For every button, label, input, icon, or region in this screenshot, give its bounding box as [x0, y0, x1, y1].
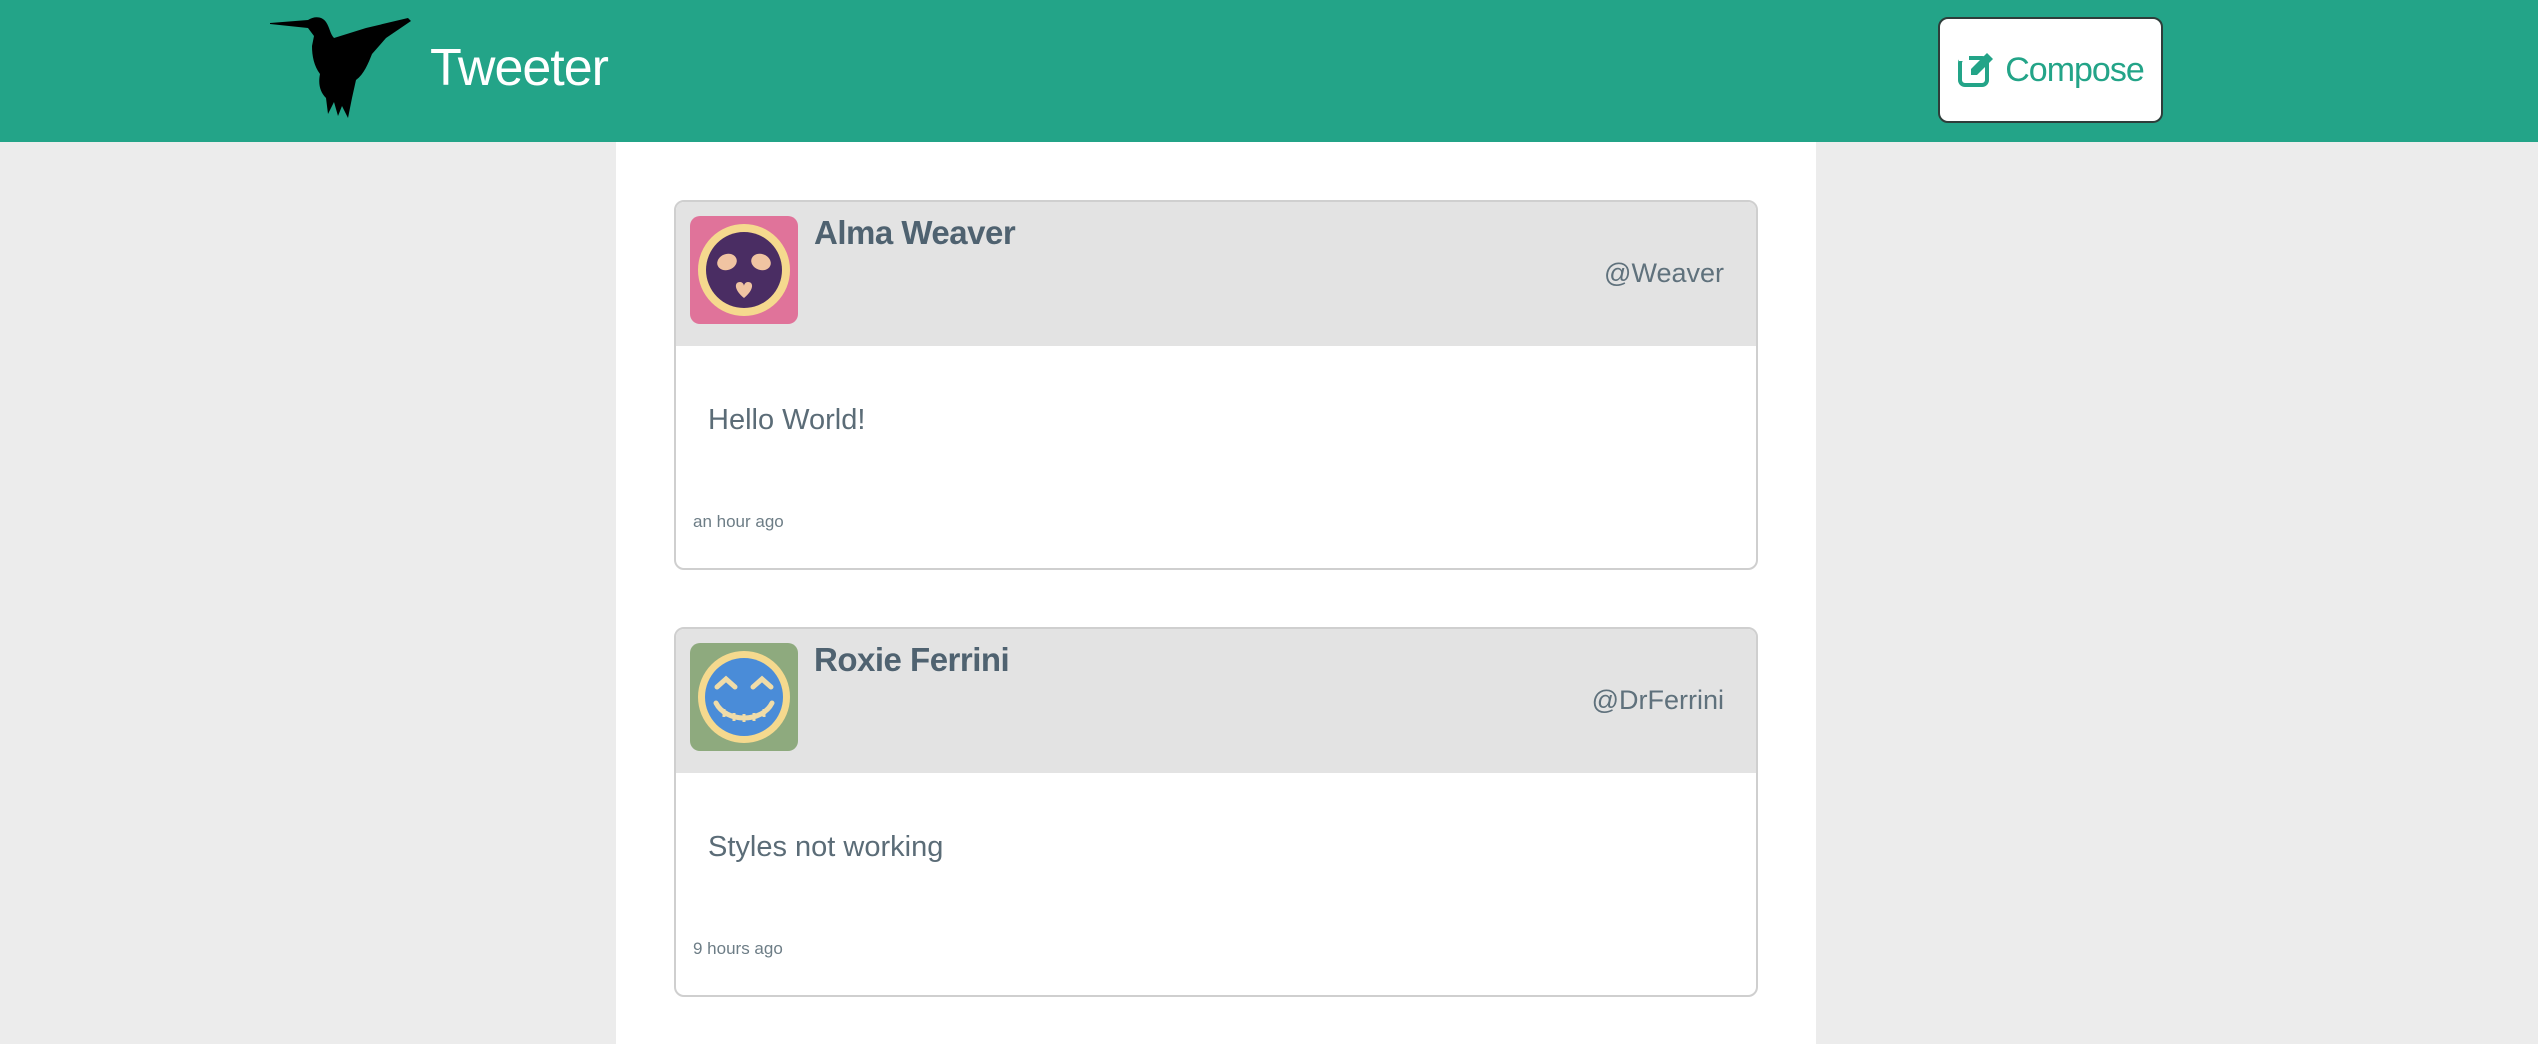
app-title: Tweeter: [430, 39, 609, 97]
top-nav-bar: Tweeter Compose: [0, 0, 2538, 142]
tweet-feed: Alma Weaver @Weaver Hello World! an hour…: [616, 142, 1816, 1044]
tweet-card: Roxie Ferrini @DrFerrini Styles not work…: [674, 627, 1758, 997]
edit-icon: [1958, 53, 1994, 87]
tweet-header: Roxie Ferrini @DrFerrini: [676, 629, 1756, 773]
tweet-text: Hello World!: [708, 404, 866, 436]
tweet-text: Styles not working: [708, 831, 944, 863]
tweet-author-handle: @Weaver: [1604, 258, 1724, 288]
green-avatar-icon: [690, 643, 798, 751]
tweet-header: Alma Weaver @Weaver: [676, 202, 1756, 346]
tweet-author-name: Alma Weaver: [814, 214, 1016, 251]
tweet-timestamp: an hour ago: [693, 512, 784, 531]
tweet-author-handle: @DrFerrini: [1591, 685, 1724, 715]
compose-button-label: Compose: [2005, 50, 2145, 89]
tweet-author-name: Roxie Ferrini: [814, 641, 1010, 678]
tweet-timestamp: 9 hours ago: [693, 939, 783, 958]
pink-avatar-icon: [690, 216, 798, 324]
compose-button[interactable]: Compose: [1938, 17, 2163, 123]
hummingbird-icon: [270, 17, 411, 118]
tweet-card: Alma Weaver @Weaver Hello World! an hour…: [674, 200, 1758, 570]
